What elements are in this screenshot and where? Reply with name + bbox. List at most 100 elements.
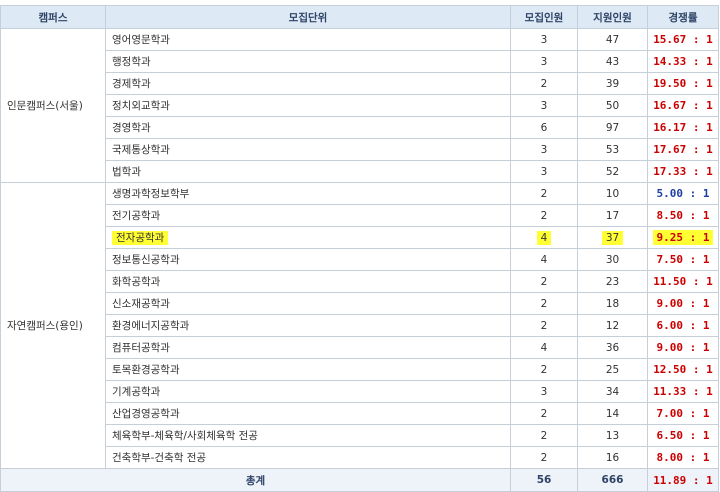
recruit-count: 4 bbox=[540, 253, 548, 266]
recruit-count-cell: 3 bbox=[510, 380, 578, 403]
admission-results-container: 캠퍼스 모집단위 모집인원 지원인원 경쟁률 인문캠퍼스(서울) 영어영문학과 3 4… bbox=[0, 5, 719, 492]
table-row: 화학공학과 2 23 11.50 : 1 bbox=[1, 270, 719, 293]
unit-name-cell: 컴퓨터공학과 bbox=[105, 336, 511, 359]
total-ratio: 11.89 : 1 bbox=[647, 468, 719, 492]
applicant-count-cell: 47 bbox=[577, 28, 648, 51]
unit-name-cell: 생명과학정보학부 bbox=[105, 182, 511, 205]
recruit-count-cell: 2 bbox=[510, 402, 578, 425]
competition-ratio: 8.00 : 1 bbox=[656, 451, 710, 464]
applicant-count-cell: 25 bbox=[577, 358, 648, 381]
competition-ratio-cell: 9.00 : 1 bbox=[647, 336, 719, 359]
applicant-count-cell: 16 bbox=[577, 446, 648, 469]
competition-ratio: 9.00 : 1 bbox=[656, 341, 710, 354]
recruit-count: 2 bbox=[540, 187, 548, 200]
competition-ratio-cell: 17.33 : 1 bbox=[647, 160, 719, 183]
table-row: 국제통상학과 3 53 17.67 : 1 bbox=[1, 138, 719, 161]
header-campus: 캠퍼스 bbox=[0, 5, 106, 29]
applicant-count: 37 bbox=[601, 230, 624, 245]
competition-ratio: 5.00 : 1 bbox=[656, 187, 710, 200]
unit-name: 생명과학정보학부 bbox=[112, 188, 190, 200]
applicant-count-cell: 39 bbox=[577, 72, 648, 95]
applicant-count-cell: 18 bbox=[577, 292, 648, 315]
campus-name: 인문캠퍼스(서울) bbox=[0, 28, 106, 183]
competition-ratio: 8.50 : 1 bbox=[656, 209, 710, 222]
unit-name: 체육학부-체육학/사회체육학 전공 bbox=[112, 430, 258, 442]
table-row: 건축학부-건축학 전공 2 16 8.00 : 1 bbox=[1, 446, 719, 469]
table-row: 정치외교학과 3 50 16.67 : 1 bbox=[1, 94, 719, 117]
unit-name: 경제학과 bbox=[112, 78, 151, 90]
recruit-count-cell: 2 bbox=[510, 204, 578, 227]
unit-name: 화학공학과 bbox=[112, 276, 161, 288]
recruit-count: 3 bbox=[540, 165, 548, 178]
unit-name-cell: 국제통상학과 bbox=[105, 138, 511, 161]
table-row: 경제학과 2 39 19.50 : 1 bbox=[1, 72, 719, 95]
table-row: 정보통신공학과 4 30 7.50 : 1 bbox=[1, 248, 719, 271]
competition-ratio: 14.33 : 1 bbox=[653, 55, 713, 68]
recruit-count: 2 bbox=[540, 429, 548, 442]
competition-ratio: 9.00 : 1 bbox=[656, 297, 710, 310]
table-row: 자연캠퍼스(용인) 생명과학정보학부 2 10 5.00 : 1 bbox=[0, 182, 719, 469]
competition-ratio: 6.50 : 1 bbox=[656, 429, 710, 442]
applicant-count-cell: 43 bbox=[577, 50, 648, 73]
applicant-count: 10 bbox=[605, 187, 620, 200]
recruit-count-cell: 2 bbox=[510, 182, 578, 205]
competition-ratio: 7.50 : 1 bbox=[656, 253, 710, 266]
recruit-count: 3 bbox=[540, 55, 548, 68]
recruit-count-cell: 6 bbox=[510, 116, 578, 139]
unit-name: 환경에너지공학과 bbox=[112, 320, 190, 332]
competition-ratio: 12.50 : 1 bbox=[653, 363, 713, 376]
recruit-count: 2 bbox=[540, 77, 548, 90]
applicant-count: 34 bbox=[605, 385, 620, 398]
applicant-count-cell: 37 bbox=[577, 226, 648, 249]
recruit-count-cell: 3 bbox=[510, 160, 578, 183]
unit-name-cell: 행정학과 bbox=[105, 50, 511, 73]
applicant-count-cell: 36 bbox=[577, 336, 648, 359]
recruit-count: 2 bbox=[540, 297, 548, 310]
unit-name: 경영학과 bbox=[112, 122, 151, 134]
applicant-count: 13 bbox=[605, 429, 620, 442]
competition-ratio: 15.67 : 1 bbox=[653, 33, 713, 46]
unit-name-cell: 법학과 bbox=[105, 160, 511, 183]
table-row: 법학과 3 52 17.33 : 1 bbox=[1, 160, 719, 183]
table-row: 전자공학과 4 37 9.25 : 1 bbox=[1, 226, 719, 249]
unit-name-cell: 정보통신공학과 bbox=[105, 248, 511, 271]
competition-ratio-cell: 6.50 : 1 bbox=[647, 424, 719, 447]
recruit-count: 2 bbox=[540, 209, 548, 222]
applicant-count: 12 bbox=[605, 319, 620, 332]
recruit-count: 4 bbox=[540, 341, 548, 354]
applicant-count-cell: 50 bbox=[577, 94, 648, 117]
unit-name: 전기공학과 bbox=[112, 210, 161, 222]
competition-ratio: 16.17 : 1 bbox=[653, 121, 713, 134]
total-row: 총계 56 666 11.89 : 1 bbox=[0, 468, 719, 492]
recruit-count: 2 bbox=[540, 319, 548, 332]
recruit-count-cell: 2 bbox=[510, 358, 578, 381]
applicant-count: 47 bbox=[605, 33, 620, 46]
table-row: 체육학부-체육학/사회체육학 전공 2 13 6.50 : 1 bbox=[1, 424, 719, 447]
competition-ratio: 17.33 : 1 bbox=[653, 165, 713, 178]
applicant-count: 52 bbox=[605, 165, 620, 178]
applicant-count: 16 bbox=[605, 451, 620, 464]
unit-name: 전자공학과 bbox=[112, 231, 169, 245]
table-row: 경영학과 6 97 16.17 : 1 bbox=[1, 116, 719, 139]
table-row: 인문캠퍼스(서울) 영어영문학과 3 47 15.67 : 1 bbox=[0, 28, 719, 183]
competition-ratio: 7.00 : 1 bbox=[656, 407, 710, 420]
unit-name: 신소재공학과 bbox=[112, 298, 170, 310]
table-row: 기계공학과 3 34 11.33 : 1 bbox=[1, 380, 719, 403]
applicant-count-cell: 10 bbox=[577, 182, 648, 205]
header-ratio: 경쟁률 bbox=[647, 5, 719, 29]
total-recruit: 56 bbox=[510, 468, 578, 492]
recruit-count: 2 bbox=[540, 407, 548, 420]
recruit-count-cell: 4 bbox=[510, 248, 578, 271]
unit-name-cell: 기계공학과 bbox=[105, 380, 511, 403]
competition-ratio-cell: 17.67 : 1 bbox=[647, 138, 719, 161]
applicant-count-cell: 30 bbox=[577, 248, 648, 271]
unit-name: 정치외교학과 bbox=[112, 100, 170, 112]
competition-ratio-cell: 16.17 : 1 bbox=[647, 116, 719, 139]
unit-name-cell: 화학공학과 bbox=[105, 270, 511, 293]
applicant-count: 97 bbox=[605, 121, 620, 134]
applicant-count: 43 bbox=[605, 55, 620, 68]
unit-name-cell: 경제학과 bbox=[105, 72, 511, 95]
competition-ratio-cell: 16.67 : 1 bbox=[647, 94, 719, 117]
applicant-count-cell: 12 bbox=[577, 314, 648, 337]
recruit-count: 3 bbox=[540, 143, 548, 156]
